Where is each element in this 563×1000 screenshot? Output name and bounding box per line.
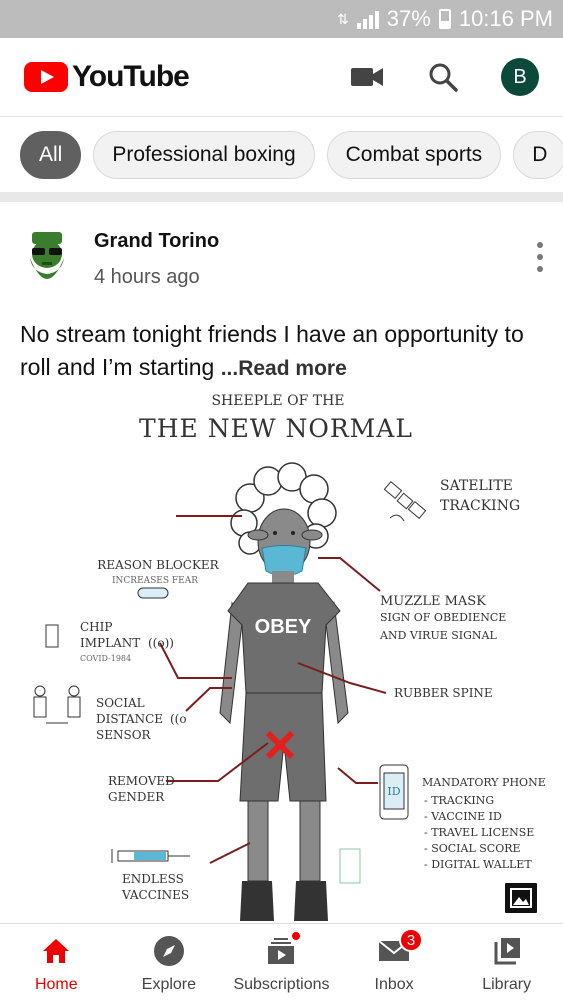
clock: 10:16 PM bbox=[458, 6, 553, 31]
library-icon bbox=[490, 934, 524, 968]
satellite-icon bbox=[383, 480, 427, 522]
post-image[interactable]: SHEEPLE OF THE THE NEW NORMAL OBEY SATEL… bbox=[0, 393, 563, 923]
view-image-button[interactable] bbox=[503, 881, 539, 915]
satelite-label: SATELITE bbox=[440, 478, 513, 494]
youtube-play-icon bbox=[24, 62, 68, 92]
infographic-title: THE NEW NORMAL bbox=[139, 414, 413, 443]
signal-icon bbox=[356, 9, 379, 29]
chip-all[interactable]: All bbox=[20, 130, 82, 179]
image-icon bbox=[510, 888, 532, 908]
tracking-label: TRACKING bbox=[440, 498, 520, 514]
phone-id-label: ID bbox=[387, 785, 400, 798]
rubber-spine-label: RUBBER SPINE bbox=[394, 686, 493, 700]
muzzle-sub2: AND VIRUE SIGNAL bbox=[379, 629, 497, 642]
social-label: SOCIAL bbox=[96, 696, 145, 710]
inbox-badge: 3 bbox=[399, 928, 424, 952]
sheep-man-figure: OBEY bbox=[219, 462, 349, 921]
syringe-icon bbox=[111, 849, 190, 863]
increases-fear-label: INCREASES FEAR bbox=[112, 576, 198, 586]
endless-label: ENDLESS bbox=[122, 872, 184, 886]
svg-text:((o: ((o bbox=[170, 712, 187, 726]
subscriptions-icon bbox=[264, 930, 303, 968]
muzzle-sub1: SIGN OF OBEDIENCE bbox=[380, 611, 506, 624]
channel-avatar[interactable] bbox=[22, 230, 72, 290]
muzzle-mask-label: MUZZLE MASK bbox=[380, 594, 486, 609]
post-time: 4 hours ago bbox=[94, 266, 200, 288]
search-icon bbox=[429, 63, 458, 92]
chip-icon bbox=[45, 624, 59, 648]
battery-percent: 37% bbox=[386, 6, 431, 31]
covid-label: COVID-1984 bbox=[80, 654, 131, 663]
gender-label: GENDER bbox=[108, 790, 165, 804]
youtube-logo[interactable]: YouTube bbox=[24, 60, 190, 94]
bottom-navigation: Home Explore Subscriptions 3 Inbox Libra… bbox=[0, 923, 563, 1000]
video-camera-icon bbox=[351, 68, 383, 86]
nav-library[interactable]: Library bbox=[450, 924, 563, 1000]
more-options-icon[interactable] bbox=[535, 242, 545, 272]
search-button[interactable] bbox=[425, 59, 461, 95]
infographic-top-cut: SHEEPLE OF THE bbox=[211, 393, 344, 409]
removed-label: REMOVED bbox=[108, 774, 175, 788]
status-bar: ⇅ 37% 10:16 PM bbox=[0, 0, 563, 38]
phone-item-3: - TRAVEL LICENSE bbox=[424, 826, 534, 839]
chip-partial[interactable]: D bbox=[513, 130, 563, 179]
create-video-button[interactable] bbox=[349, 59, 385, 95]
mail-icon: 3 bbox=[377, 928, 424, 968]
sensor-label: SENSOR bbox=[96, 728, 152, 742]
distance-label: DISTANCE bbox=[96, 712, 163, 726]
read-more-link[interactable]: ...Read more bbox=[221, 357, 347, 380]
nav-home-label: Home bbox=[34, 976, 78, 993]
nav-home[interactable]: Home bbox=[0, 924, 113, 1000]
bearded-man-avatar-icon bbox=[30, 232, 64, 279]
phone-item-5: - DIGITAL WALLET bbox=[424, 858, 532, 871]
chip-combat-sports[interactable]: Combat sports bbox=[326, 130, 502, 179]
vaccine-card-icon bbox=[339, 848, 361, 884]
chip-professional-boxing[interactable]: Professional boxing bbox=[93, 130, 315, 179]
phone-item-4: - SOCIAL SCORE bbox=[424, 842, 521, 855]
nav-inbox[interactable]: 3 Inbox bbox=[338, 924, 451, 1000]
implant-label: IMPLANT bbox=[80, 636, 140, 650]
network-icon: ⇅ bbox=[337, 10, 349, 27]
new-content-dot bbox=[290, 930, 303, 942]
battery-icon bbox=[438, 9, 451, 29]
nav-inbox-label: Inbox bbox=[374, 976, 414, 993]
channel-name[interactable]: Grand Torino bbox=[94, 230, 219, 253]
section-divider bbox=[0, 192, 563, 202]
phone-item-1: - TRACKING bbox=[424, 794, 494, 807]
reason-blocker-label: REASON BLOCKER bbox=[97, 558, 219, 572]
svg-text:((o)): ((o)) bbox=[148, 636, 174, 650]
vaccines-label: VACCINES bbox=[121, 888, 189, 902]
compass-icon bbox=[152, 934, 186, 968]
chip-label: CHIP bbox=[80, 620, 112, 634]
nav-subscriptions[interactable]: Subscriptions bbox=[225, 924, 338, 1000]
community-post-header: Grand Torino 4 hours ago bbox=[0, 212, 563, 302]
filter-chips-bar: All Professional boxing Combat sports D bbox=[0, 116, 563, 192]
post-text: No stream tonight friends I have an oppo… bbox=[20, 318, 550, 385]
nav-explore[interactable]: Explore bbox=[113, 924, 226, 1000]
nav-explore-label: Explore bbox=[141, 976, 197, 993]
social-distance-icon bbox=[33, 685, 81, 724]
pill-icon bbox=[137, 587, 169, 599]
obey-label: OBEY bbox=[255, 616, 312, 638]
nav-library-label: Library bbox=[482, 976, 532, 993]
account-avatar[interactable]: B bbox=[501, 58, 539, 96]
phone-item-2: - VACCINE ID bbox=[424, 810, 502, 823]
youtube-wordmark: YouTube bbox=[72, 60, 190, 93]
new-normal-infographic: SHEEPLE OF THE THE NEW NORMAL OBEY SATEL… bbox=[33, 393, 546, 921]
home-icon bbox=[39, 934, 73, 968]
app-header: YouTube B bbox=[0, 38, 563, 116]
mandatory-phone-label: MANDATORY PHONE bbox=[422, 776, 546, 789]
nav-subscriptions-label: Subscriptions bbox=[233, 976, 330, 993]
